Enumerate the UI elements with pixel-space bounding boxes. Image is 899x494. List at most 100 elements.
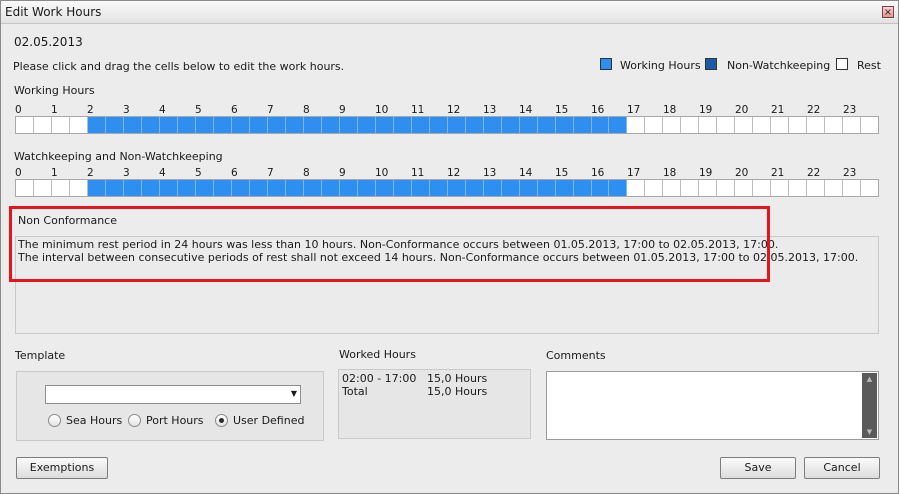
hour-cell[interactable]: [105, 180, 124, 196]
hour-cell[interactable]: [159, 117, 178, 133]
hour-cell[interactable]: [447, 117, 466, 133]
hour-cell[interactable]: [177, 117, 196, 133]
hour-cell[interactable]: [231, 117, 250, 133]
hour-cell[interactable]: [465, 117, 484, 133]
close-icon[interactable]: ×: [882, 6, 894, 18]
hour-cell[interactable]: [321, 180, 340, 196]
hour-cell[interactable]: [303, 180, 322, 196]
hour-cell[interactable]: [411, 180, 430, 196]
hour-cell[interactable]: [285, 180, 304, 196]
hour-cell[interactable]: [591, 180, 610, 196]
hour-cell[interactable]: [627, 180, 646, 196]
hour-cell[interactable]: [393, 117, 412, 133]
hour-cell[interactable]: [141, 117, 160, 133]
hour-cell[interactable]: [645, 117, 664, 133]
scroll-down-icon[interactable]: ▼: [862, 426, 877, 438]
hour-cell[interactable]: [16, 117, 34, 133]
hour-cell[interactable]: [609, 117, 628, 133]
cancel-button[interactable]: Cancel: [804, 457, 880, 479]
hour-cell[interactable]: [483, 180, 502, 196]
hour-cell[interactable]: [357, 180, 376, 196]
hour-cell[interactable]: [33, 180, 52, 196]
hour-cell[interactable]: [105, 117, 124, 133]
hour-cell[interactable]: [555, 180, 574, 196]
hour-cell[interactable]: [357, 117, 376, 133]
hour-cell[interactable]: [16, 180, 34, 196]
hour-cell[interactable]: [807, 117, 826, 133]
hour-cell[interactable]: [645, 180, 664, 196]
hour-cell[interactable]: [375, 180, 394, 196]
hour-cell[interactable]: [861, 180, 879, 196]
hour-cell[interactable]: [231, 180, 250, 196]
hour-cell[interactable]: [627, 117, 646, 133]
hour-cell[interactable]: [753, 180, 772, 196]
template-select[interactable]: ▼: [45, 385, 301, 404]
hour-cell[interactable]: [771, 117, 790, 133]
hour-cell[interactable]: [285, 117, 304, 133]
hour-cell[interactable]: [393, 180, 412, 196]
hour-cell[interactable]: [375, 117, 394, 133]
hour-cell[interactable]: [123, 117, 142, 133]
hour-cell[interactable]: [69, 117, 88, 133]
hour-cell[interactable]: [483, 117, 502, 133]
hour-cell[interactable]: [87, 117, 106, 133]
hour-cell[interactable]: [735, 180, 754, 196]
hour-cell[interactable]: [69, 180, 88, 196]
hour-cell[interactable]: [861, 117, 879, 133]
hour-cell[interactable]: [753, 117, 772, 133]
hour-cell[interactable]: [33, 117, 52, 133]
hour-cell[interactable]: [465, 180, 484, 196]
hour-cell[interactable]: [123, 180, 142, 196]
hour-cell[interactable]: [321, 117, 340, 133]
hour-cell[interactable]: [699, 180, 718, 196]
hour-cell[interactable]: [771, 180, 790, 196]
hour-cell[interactable]: [141, 180, 160, 196]
hour-cell[interactable]: [267, 180, 286, 196]
working-hours-grid[interactable]: [15, 116, 879, 134]
hour-cell[interactable]: [681, 117, 700, 133]
comments-scrollbar[interactable]: ▲ ▼: [862, 373, 877, 438]
save-button[interactable]: Save: [720, 457, 796, 479]
hour-cell[interactable]: [843, 180, 862, 196]
hour-cell[interactable]: [663, 117, 682, 133]
hour-cell[interactable]: [195, 117, 214, 133]
hour-cell[interactable]: [501, 180, 520, 196]
hour-cell[interactable]: [735, 117, 754, 133]
hour-cell[interactable]: [159, 180, 178, 196]
hour-cell[interactable]: [447, 180, 466, 196]
hour-cell[interactable]: [789, 180, 808, 196]
hour-cell[interactable]: [717, 180, 736, 196]
hour-cell[interactable]: [717, 117, 736, 133]
hour-cell[interactable]: [537, 117, 556, 133]
hour-cell[interactable]: [339, 180, 358, 196]
hour-cell[interactable]: [681, 180, 700, 196]
hour-cell[interactable]: [573, 180, 592, 196]
hour-cell[interactable]: [267, 117, 286, 133]
hour-cell[interactable]: [213, 180, 232, 196]
hour-cell[interactable]: [519, 180, 538, 196]
hour-cell[interactable]: [249, 117, 268, 133]
hour-cell[interactable]: [789, 117, 808, 133]
hour-cell[interactable]: [303, 117, 322, 133]
hour-cell[interactable]: [87, 180, 106, 196]
hour-cell[interactable]: [411, 117, 430, 133]
hour-cell[interactable]: [807, 180, 826, 196]
hour-cell[interactable]: [825, 117, 844, 133]
hour-cell[interactable]: [699, 117, 718, 133]
scroll-up-icon[interactable]: ▲: [862, 373, 877, 385]
hour-cell[interactable]: [339, 117, 358, 133]
hour-cell[interactable]: [249, 180, 268, 196]
hour-cell[interactable]: [51, 180, 70, 196]
hour-cell[interactable]: [825, 180, 844, 196]
hour-cell[interactable]: [537, 180, 556, 196]
comments-textarea[interactable]: ▲ ▼: [546, 371, 879, 440]
hour-cell[interactable]: [555, 117, 574, 133]
hour-cell[interactable]: [573, 117, 592, 133]
hour-cell[interactable]: [429, 117, 448, 133]
hour-cell[interactable]: [591, 117, 610, 133]
hour-cell[interactable]: [51, 117, 70, 133]
hour-cell[interactable]: [195, 180, 214, 196]
watchkeeping-grid[interactable]: [15, 179, 879, 197]
exemptions-button[interactable]: Exemptions: [16, 457, 108, 479]
hour-cell[interactable]: [519, 117, 538, 133]
